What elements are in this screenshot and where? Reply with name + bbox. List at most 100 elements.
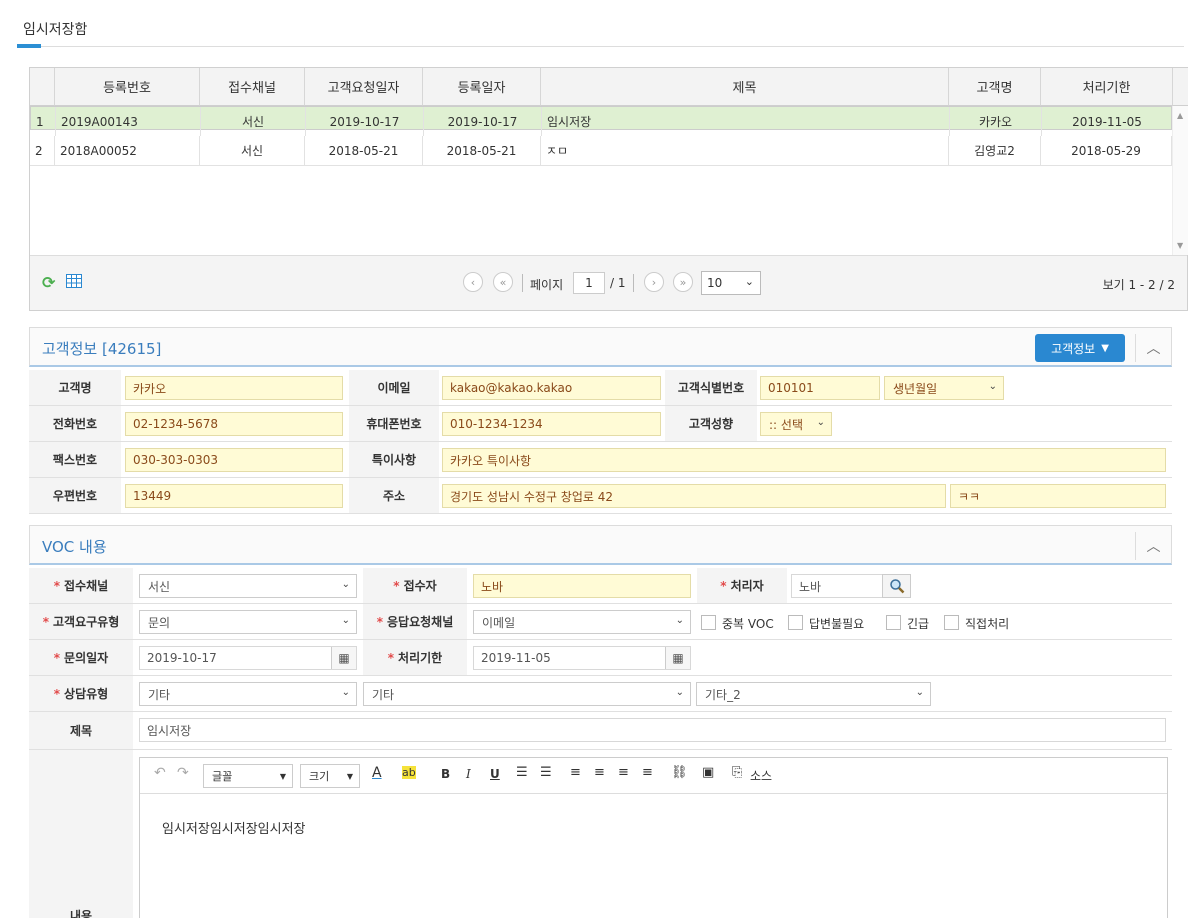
editor-content[interactable]: 임시저장임시저장임시저장 [162, 818, 306, 837]
address-field[interactable]: 경기도 성남시 수정구 창업로 42 [442, 484, 946, 508]
first-page-icon[interactable]: « [493, 272, 513, 292]
inq-date-value: 2019-10-17 [147, 651, 217, 665]
columns-icon[interactable] [66, 274, 82, 291]
source-icon[interactable]: ⎘ [732, 765, 742, 780]
handler-label: 처리자 [730, 579, 764, 593]
grid-scrollbar[interactable]: ▲ ▼ [1172, 106, 1188, 255]
align-right-icon[interactable]: ≡ [618, 765, 629, 780]
customer-name-field[interactable]: 카카오 [125, 376, 343, 400]
subject-field[interactable]: 임시저장 [139, 718, 1166, 742]
page-size-select[interactable]: 10 ⌄ [701, 271, 761, 295]
last-page-icon[interactable]: » [673, 272, 693, 292]
consult-type-3-select[interactable]: 기타_2 ⌄ [696, 682, 931, 706]
label-content: 내용 [69, 909, 93, 918]
consult-type-3-value: 기타_2 [705, 687, 741, 702]
tendency-select[interactable]: :: 선택 ⌄ [760, 412, 832, 436]
search-icon[interactable] [882, 574, 911, 598]
collapse-icon[interactable]: ︿ [1135, 532, 1171, 560]
label-mobile: 휴대폰번호 [349, 406, 439, 441]
underline-icon[interactable]: U [490, 767, 500, 781]
unordered-list-icon[interactable]: ☰ [540, 765, 552, 780]
refresh-icon[interactable]: ⟳ [42, 273, 55, 292]
align-center-icon[interactable]: ≡ [594, 765, 605, 780]
redo-icon[interactable]: ↷ [177, 765, 189, 781]
col-header-deadline[interactable]: 처리기한 [1041, 68, 1173, 106]
align-justify-icon[interactable]: ≡ [642, 765, 653, 780]
voc-row-3: * 문의일자 2019-10-17 ▦ * 처리기한 2019-11-05 ▦ [29, 640, 1172, 676]
row-number: 1 [31, 107, 56, 136]
voc-deadline-field[interactable]: 2019-11-05 ▦ [473, 646, 691, 670]
voc-deadline-label: 처리기한 [398, 651, 443, 665]
consult-type-1-select[interactable]: 기타 ⌄ [139, 682, 357, 706]
italic-icon[interactable]: I [466, 767, 471, 781]
bold-icon[interactable]: B [441, 767, 450, 781]
col-header-id[interactable]: 등록번호 [55, 68, 200, 106]
required-mark: * [720, 578, 727, 593]
next-page-icon[interactable]: › [644, 272, 664, 292]
customer-info-button[interactable]: 고객정보 ▼ [1035, 334, 1125, 362]
page-tab-title[interactable]: 임시저장함 [23, 19, 87, 39]
calendar-icon[interactable]: ▦ [331, 647, 356, 669]
customer-panel-header: 고객정보 [42615] 고객정보 ▼ ︿ [29, 327, 1172, 367]
pager-divider [522, 274, 523, 292]
phone-field[interactable]: 02-1234-5678 [125, 412, 343, 436]
col-header-reg-date[interactable]: 등록일자 [423, 68, 541, 106]
editor-toolbar: ↶ ↷ 글꼴 ▼ 크기 ▼ A ab B I U ☰ ☰ ≡ ≡ ≡ ≡ ⛓ ▣… [140, 758, 1167, 794]
scroll-down-icon[interactable]: ▼ [1177, 241, 1183, 250]
page-input[interactable]: 1 [573, 272, 605, 294]
notes-field[interactable]: 카카오 특이사항 [442, 448, 1166, 472]
resp-channel-select[interactable]: 이메일 ⌄ [473, 610, 691, 634]
scroll-up-icon[interactable]: ▲ [1177, 111, 1183, 120]
direct-process-checkbox[interactable] [944, 615, 959, 630]
urgent-checkbox[interactable] [886, 615, 901, 630]
required-mark: * [53, 578, 61, 593]
col-header-title[interactable]: 제목 [541, 68, 949, 106]
ordered-list-icon[interactable]: ☰ [516, 765, 528, 780]
image-icon[interactable]: ▣ [702, 765, 714, 780]
col-header-channel[interactable]: 접수채널 [200, 68, 305, 106]
duplicate-voc-checkbox[interactable] [701, 615, 716, 630]
customer-panel-title: 고객정보 [42615] [42, 340, 162, 358]
align-left-icon[interactable]: ≡ [570, 765, 581, 780]
direct-process-label: 직접처리 [965, 617, 1010, 631]
source-label[interactable]: 소스 [750, 767, 772, 784]
size-select[interactable]: 크기 ▼ [300, 764, 360, 788]
font-color-icon[interactable]: A [372, 765, 382, 781]
mobile-field[interactable]: 010-1234-1234 [442, 412, 661, 436]
no-reply-checkbox[interactable] [788, 615, 803, 630]
collapse-icon[interactable]: ︿ [1135, 334, 1171, 362]
consult-type-2-select[interactable]: 기타 ⌄ [363, 682, 691, 706]
required-mark: * [376, 614, 384, 629]
resp-channel-label: 응답요청채널 [387, 615, 454, 629]
req-type-select[interactable]: 문의 ⌄ [139, 610, 357, 634]
voc-channel-select[interactable]: 서신 ⌄ [139, 574, 357, 598]
undo-icon[interactable]: ↶ [154, 765, 166, 781]
prev-page-icon[interactable]: ‹ [463, 272, 483, 292]
fax-field[interactable]: 030-303-0303 [125, 448, 343, 472]
col-header-request-date[interactable]: 고객요청일자 [305, 68, 423, 106]
font-select[interactable]: 글꼴 ▼ [203, 764, 293, 788]
font-select-label: 글꼴 [212, 770, 233, 783]
highlight-icon[interactable]: ab [402, 766, 416, 779]
urgent-label: 긴급 [907, 617, 930, 631]
required-mark: * [387, 650, 395, 665]
req-type-label: 고객요구유형 [53, 615, 120, 629]
cell-reg-date: 2018-05-21 [423, 136, 541, 165]
zip-field[interactable]: 13449 [125, 484, 343, 508]
birth-select[interactable]: 생년월일 ⌄ [884, 376, 1004, 400]
receiver-field[interactable]: 노바 [473, 574, 691, 598]
customer-id-field[interactable]: 010101 [760, 376, 880, 400]
caret-down-icon: ▼ [346, 771, 353, 781]
address-detail-field[interactable]: ㅋㅋ [950, 484, 1166, 508]
link-icon[interactable]: ⛓ [671, 765, 688, 780]
email-field[interactable]: kakao@kakao.kakao [442, 376, 661, 400]
table-row[interactable]: 2 2018A00052 서신 2018-05-21 2018-05-21 ㅈㅁ… [30, 136, 1172, 166]
inq-date-field[interactable]: 2019-10-17 ▦ [139, 646, 357, 670]
required-mark: * [393, 578, 400, 593]
col-header-customer[interactable]: 고객명 [949, 68, 1041, 106]
voc-deadline-value: 2019-11-05 [481, 651, 551, 665]
calendar-icon[interactable]: ▦ [665, 647, 690, 669]
cell-channel: 서신 [201, 107, 306, 136]
receiver-label: 접수자 [403, 579, 437, 593]
table-row[interactable]: 1 2019A00143 서신 2019-10-17 2019-10-17 임시… [30, 106, 1173, 136]
